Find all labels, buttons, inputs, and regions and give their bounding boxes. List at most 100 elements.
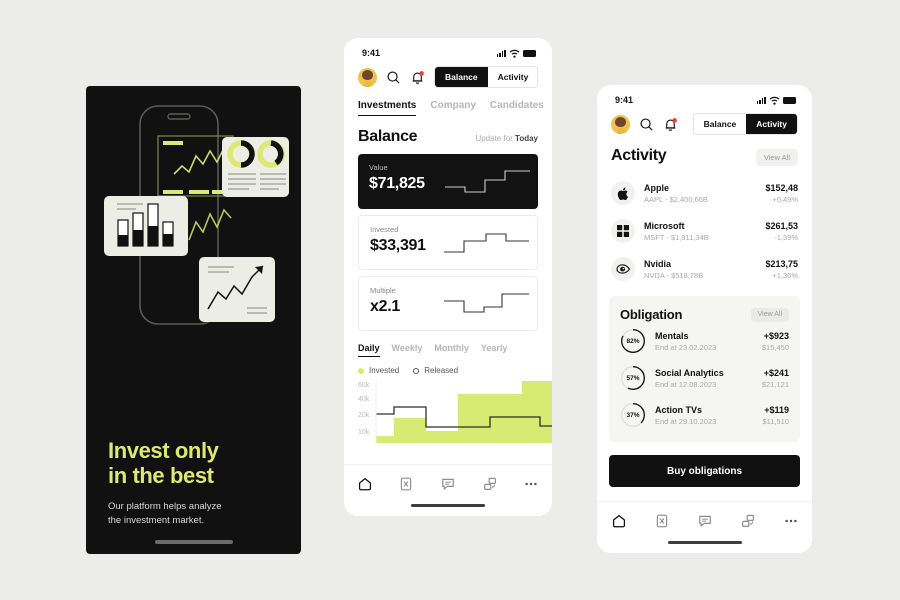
progress-ring: 37% [620,402,646,428]
activity-view-all-button[interactable]: View All [755,149,798,166]
metric-card-multiple[interactable]: Multiple x2.1 [358,276,538,331]
list-item[interactable]: 82% Mentals End at 23.02.2023 +$923 $15,… [620,322,789,359]
stock-metrics: $152,48 +0,49% [765,183,798,204]
status-bar: 9:41 [344,38,552,62]
toggle-activity[interactable]: Activity [488,67,537,87]
obligation-info: Mentals End at 23.02.2023 [655,331,762,352]
search-icon[interactable] [639,117,654,132]
obligation-metrics: +$119 $11,510 [762,405,789,426]
toggle-activity[interactable]: Activity [746,114,797,134]
nav-report[interactable] [386,476,428,492]
obligation-info: Action TVs End at 29.10.2023 [655,405,762,426]
nav-chat[interactable] [683,513,726,529]
update-note-prefix: Update for [475,134,516,143]
table-row[interactable]: Apple AAPL - $2,400,66B $152,48 +0,49% [611,174,798,212]
nav-chat[interactable] [427,476,469,492]
stock-price: $152,48 [765,182,798,193]
metric-card-value[interactable]: Value $71,825 [358,154,538,209]
stock-list: Apple AAPL - $2,400,66B $152,48 +0,49% M… [597,166,812,288]
nav-exchange[interactable] [726,513,769,529]
tab-company[interactable]: Company [430,100,476,116]
home-indicator [411,503,485,507]
y-tick-60k: 60k [358,382,370,389]
stock-name: Nvidia [644,258,672,269]
buy-obligations-button[interactable]: Buy obligations [609,455,800,487]
investment-illustration [104,105,289,325]
progress-percent: 82% [626,337,640,345]
nav-more[interactable] [510,476,552,492]
progress-percent: 57% [626,374,640,382]
obligation-end-date: End at 29.10.2023 [655,416,717,426]
status-time: 9:41 [615,95,634,105]
avatar[interactable] [358,67,377,87]
section-tabs: Investments Company Candidates [344,88,552,116]
chart-tab-yearly[interactable]: Yearly [481,343,508,357]
tab-candidates[interactable]: Candidates [490,100,544,116]
status-indicators [496,49,536,58]
stock-change: -1,39% [774,232,798,242]
notification-bell-icon[interactable] [410,70,425,85]
obligation-gain: +$923 [763,330,789,341]
nav-home[interactable] [344,476,386,492]
stock-info: Nvidia NVDA - $518,78B [644,259,765,280]
obligation-end-date: End at 23.02.2023 [655,342,717,352]
y-tick-10k: 10k [358,429,370,436]
obligation-total: $21,121 [761,379,789,389]
tab-investments[interactable]: Investments [358,100,417,116]
apple-logo-icon [611,181,635,205]
chart-tab-weekly[interactable]: Weekly [392,343,423,357]
avatar[interactable] [611,114,630,134]
obligation-name: Action TVs [655,404,703,415]
exchange-icon [741,514,754,527]
toggle-balance[interactable]: Balance [435,67,488,87]
invested-sparkline [444,233,529,253]
home-icon [358,477,371,491]
table-row[interactable]: Nvidia NVDA - $518,78B $213,75 +1,36% [611,250,798,288]
obligation-view-all-button[interactable]: View All [750,307,789,322]
obligation-metrics: +$923 $15,450 [762,331,789,352]
stock-ticker-cap: NVDA - $518,78B [644,270,704,280]
balance-activity-toggle[interactable]: Balance Activity [434,66,538,88]
search-icon[interactable] [386,70,401,85]
notification-bell-icon[interactable] [663,117,678,132]
update-note-strong: Today [515,134,538,143]
balance-activity-toggle[interactable]: Balance Activity [692,113,798,135]
signal-icon [756,96,766,104]
nav-exchange[interactable] [469,476,511,492]
legend-ring-icon [413,367,420,374]
bottom-nav [597,501,812,553]
progress-ring: 57% [620,365,646,391]
chat-icon [442,478,454,490]
toggle-balance[interactable]: Balance [694,114,747,134]
y-tick-20k: 20k [358,412,370,419]
value-sparkline [445,170,530,193]
list-item[interactable]: 37% Action TVs End at 29.10.2023 +$119 $… [620,396,789,433]
investments-chart: 60k 40k 20k 10k [344,381,552,443]
legend-label: Invested [369,366,400,375]
obligation-total: $11,510 [762,416,789,426]
chart-tab-monthly[interactable]: Monthly [434,343,469,357]
metric-card-invested[interactable]: Invested $33,391 [358,215,538,270]
promo-subtitle: Our platform helps analyze the investmen… [108,500,288,528]
page-title: Invest only in the best [108,438,288,488]
microsoft-logo-icon [611,219,635,243]
balance-screen: 9:41 Balance Activity Investments Compan… [344,38,552,516]
nav-more[interactable] [769,513,812,529]
nav-report[interactable] [640,513,683,529]
nav-home[interactable] [597,513,640,529]
table-row[interactable]: Microsoft MSFT - $1,911,34B $261,53 -1,3… [611,212,798,250]
wifi-icon [509,49,520,58]
activity-screen: 9:41 Balance Activity Activity View All … [597,85,812,553]
chat-icon [698,515,711,527]
home-icon [612,514,625,528]
obligation-title: Obligation [620,307,683,322]
list-item[interactable]: 57% Social Analytics End at 12.08.2023 +… [620,359,789,396]
app-header: Balance Activity [597,109,812,135]
progress-ring: 82% [620,328,646,354]
status-time: 9:41 [362,48,381,58]
promo-copy: Invest only in the best Our platform hel… [108,438,288,528]
stock-metrics: $261,53 -1,39% [765,221,798,242]
multiple-sparkline [444,293,529,313]
balance-section-header: Balance Update for Today [344,116,552,146]
chart-tab-daily[interactable]: Daily [358,343,380,357]
